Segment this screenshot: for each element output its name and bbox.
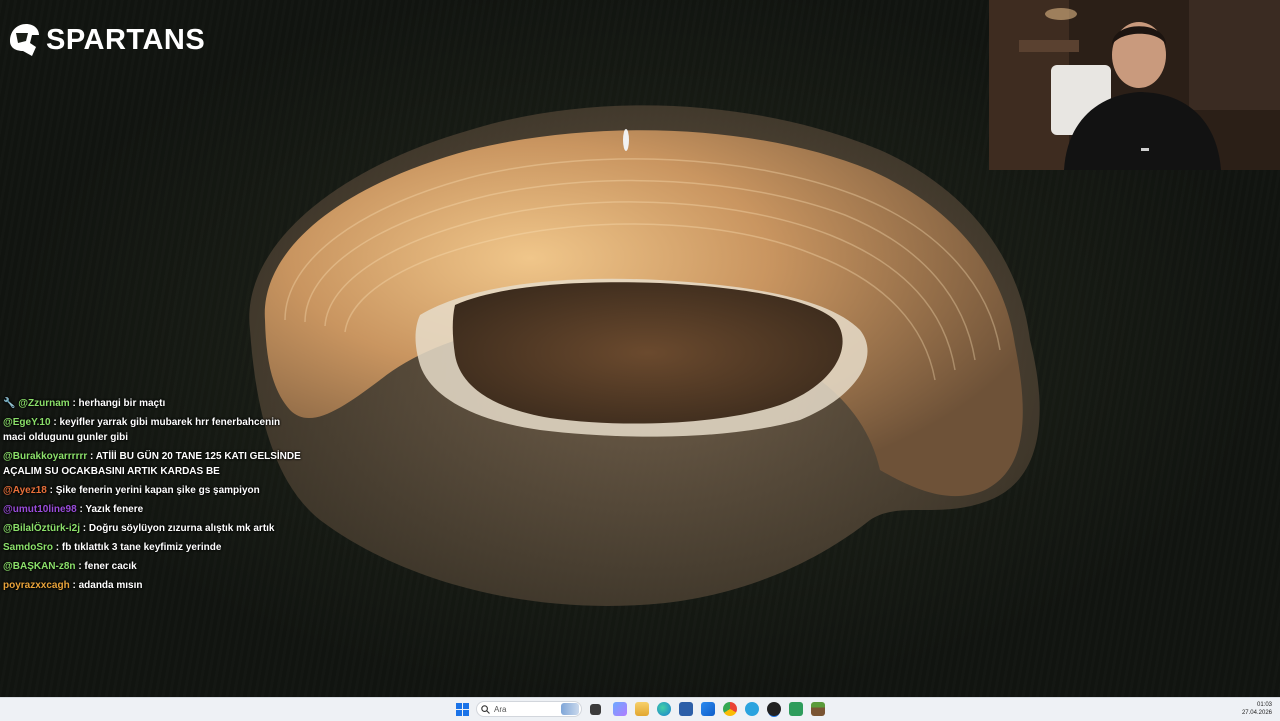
chat-overlay: 🔧 @Zzurnam : herhangi bir maçtı @EgeY.10… — [3, 396, 303, 597]
chat-username: SamdoSro — [3, 542, 54, 553]
edge-icon[interactable] — [657, 702, 671, 716]
chat-message: @EgeY.10 : keyifler yarrak gibi mubarek … — [3, 415, 303, 445]
taskbar-search-box[interactable]: Ara — [476, 701, 582, 717]
chat-message: poyrazxxcagh : adanda mısın — [3, 578, 303, 593]
taskbar: Ara 01:03 27.04.2026 — [0, 697, 1280, 721]
chat-message: @BilalÖztürk-i2j : Doğru söylüyon zızurn… — [3, 521, 303, 536]
chat-username: @umut10line98 — [3, 504, 77, 515]
spartan-helmet-icon — [10, 24, 39, 56]
search-highlight-image — [561, 703, 579, 715]
chrome-icon[interactable] — [723, 702, 737, 716]
search-icon — [481, 704, 490, 714]
task-view-icon[interactable] — [590, 704, 601, 715]
mail-icon[interactable] — [701, 702, 715, 716]
chat-text: : adanda mısın — [72, 580, 143, 591]
chat-message: @umut10line98 : Yazık fenere — [3, 502, 303, 517]
chat-username: @BilalÖztürk-i2j — [3, 523, 80, 534]
clock-time: 01:03 — [1256, 702, 1272, 708]
minecraft-icon[interactable] — [811, 702, 825, 716]
obs-icon[interactable] — [767, 702, 781, 716]
chat-username: poyrazxxcagh — [3, 580, 70, 591]
logo-text: SPARTANS — [46, 23, 206, 56]
channel-logo: SPARTANS — [6, 18, 205, 62]
chat-message: @Burakkoyarrrrrr : ATİİİ BU GÜN 20 TANE … — [3, 449, 303, 479]
chat-message: SamdoSro : fb tıklattık 3 tane keyfimiz … — [3, 540, 303, 555]
widgets-icon[interactable] — [613, 702, 627, 716]
chat-text: : Doğru söylüyon zızurna alıştık mk artı… — [82, 523, 275, 534]
chat-text: : Yazık fenere — [79, 504, 144, 515]
webcam-overlay — [989, 0, 1280, 170]
chat-message: @BAŞKAN-z8n : fener cacık — [3, 559, 303, 574]
chat-text: : Şike fenerin yerini kapan şike gs şamp… — [49, 485, 260, 496]
wrench-icon: 🔧 — [3, 398, 16, 409]
chat-username: @Ayez18 — [3, 485, 47, 496]
store-icon[interactable] — [679, 702, 693, 716]
chat-username: @EgeY.10 — [3, 417, 51, 428]
desktop-wallpaper: SPARTANS 🔧 @Zzurnam : herhangi bir maçtı… — [0, 0, 1280, 697]
start-icon[interactable] — [456, 703, 469, 716]
chat-message: @Ayez18 : Şike fenerin yerini kapan şike… — [3, 483, 303, 498]
chat-message: 🔧 @Zzurnam : herhangi bir maçtı — [3, 396, 303, 411]
chat-text: : herhangi bir maçtı — [72, 398, 166, 409]
system-clock[interactable]: 01:03 27.04.2026 — [1242, 701, 1272, 717]
chat-username: @Zzurnam — [18, 398, 70, 409]
terminal-icon[interactable] — [789, 702, 803, 716]
search-placeholder: Ara — [494, 704, 507, 714]
telegram-icon[interactable] — [745, 702, 759, 716]
clock-date: 27.04.2026 — [1241, 710, 1272, 716]
boat-shape — [623, 129, 629, 151]
file-explorer-icon[interactable] — [635, 702, 649, 716]
chat-text: : fb tıklattık 3 tane keyfimiz yerinde — [55, 542, 222, 553]
webcam-feed — [989, 0, 1280, 170]
chat-username: @BAŞKAN-z8n — [3, 561, 76, 572]
chat-username: @Burakkoyarrrrrr — [3, 451, 88, 462]
island-vegetation — [452, 282, 843, 424]
chat-text: : fener cacık — [78, 561, 137, 572]
